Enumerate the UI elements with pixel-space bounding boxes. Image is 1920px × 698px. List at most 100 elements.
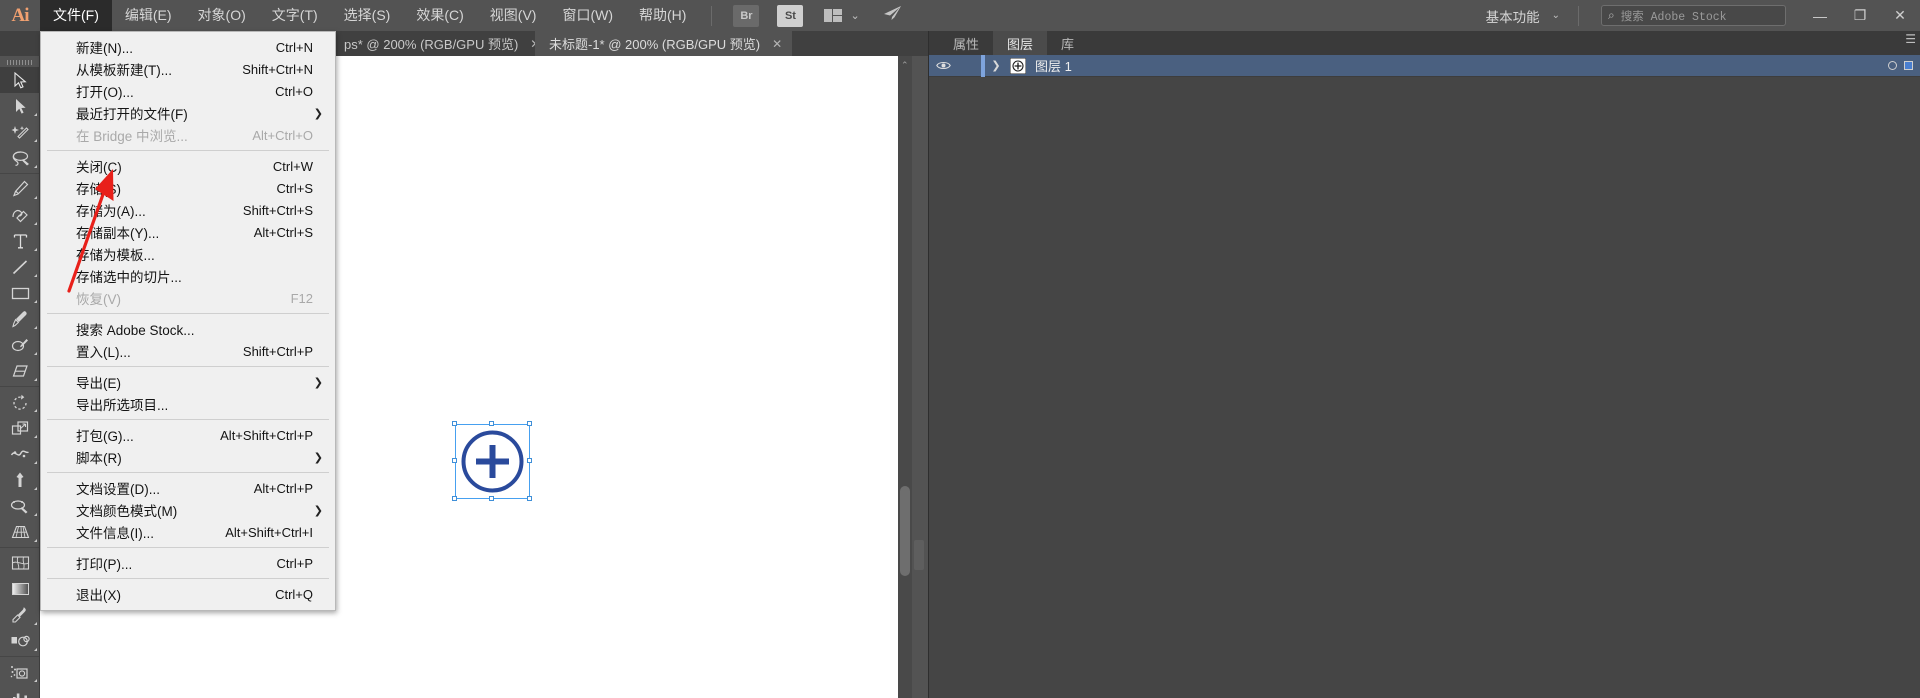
menu-item-exit[interactable]: 退出(X) Ctrl+Q xyxy=(41,583,335,605)
mesh-tool[interactable] xyxy=(0,550,40,576)
share-button[interactable] xyxy=(882,5,902,26)
menu-bar: Ai 文件(F) 编辑(E) 对象(O) 文字(T) 选择(S) 效果(C) 视… xyxy=(0,0,1920,31)
gradient-tool[interactable] xyxy=(0,576,40,602)
menu-item-package[interactable]: 打包(G)... Alt+Shift+Ctrl+P xyxy=(41,424,335,446)
pen-tool[interactable] xyxy=(0,176,40,202)
stock-search-input[interactable]: ⌕ 搜索 Adobe Stock xyxy=(1601,5,1786,26)
chevron-down-icon: ⌄ xyxy=(850,10,860,22)
selection-handle-bl[interactable] xyxy=(452,496,457,501)
selection-handle-bc[interactable] xyxy=(489,496,494,501)
layer-row[interactable]: ❯ 图层 1 xyxy=(929,54,1920,77)
panel-menu-icon[interactable]: ☰ xyxy=(1905,33,1916,45)
type-tool[interactable] xyxy=(0,228,40,254)
arrange-documents-button[interactable]: ⌄ xyxy=(824,9,860,22)
menu-item-place[interactable]: 置入(L)... Shift+Ctrl+P xyxy=(41,340,335,362)
tab-properties[interactable]: 属性 xyxy=(939,31,994,55)
rectangle-tool[interactable] xyxy=(0,280,40,306)
menu-type[interactable]: 文字(T) xyxy=(259,0,331,31)
menu-help[interactable]: 帮助(H) xyxy=(626,0,699,31)
layer-name[interactable]: 图层 1 xyxy=(1035,56,1072,75)
layer-expand-arrow[interactable]: ❯ xyxy=(985,59,1007,72)
type-T-icon xyxy=(13,233,27,248)
menu-item-print[interactable]: 打印(P)... Ctrl+P xyxy=(41,552,335,574)
tab-libraries[interactable]: 库 xyxy=(1047,31,1089,55)
blend-tool[interactable] xyxy=(0,628,40,654)
shape-builder-tool[interactable] xyxy=(0,493,40,519)
share-paper-plane-icon xyxy=(883,6,901,20)
panel-collapse-handle[interactable] xyxy=(914,540,924,570)
selection-handle-tc[interactable] xyxy=(489,421,494,426)
lasso-tool[interactable] xyxy=(0,145,40,171)
workspace-switcher[interactable]: 基本功能 ⌄ xyxy=(1476,6,1566,26)
menu-item-document-setup[interactable]: 文档设置(D)... Alt+Ctrl+P xyxy=(41,477,335,499)
column-graph-tool[interactable] xyxy=(0,685,40,698)
paintbrush-tool[interactable] xyxy=(0,306,40,332)
menu-item-save-a-copy[interactable]: 存储副本(Y)... Alt+Ctrl+S xyxy=(41,221,335,243)
menu-file[interactable]: 文件(F) xyxy=(40,0,112,31)
close-icon[interactable]: ✕ xyxy=(772,37,782,51)
menu-item-scripts[interactable]: 脚本(R) ❯ xyxy=(41,446,335,468)
selection-handle-tl[interactable] xyxy=(452,421,457,426)
menu-item-document-color-mode[interactable]: 文档颜色模式(M) ❯ xyxy=(41,499,335,521)
toolbar-drag-grip[interactable] xyxy=(0,56,39,65)
menu-item-save-selected-slices[interactable]: 存储选中的切片... xyxy=(41,265,335,287)
menu-item-open-recent[interactable]: 最近打开的文件(F) ❯ xyxy=(41,102,335,124)
menu-item-new[interactable]: 新建(N)... Ctrl+N xyxy=(41,36,335,58)
magic-wand-tool[interactable] xyxy=(0,119,40,145)
chevron-right-icon: ❯ xyxy=(313,451,323,464)
shaper-tool[interactable] xyxy=(0,332,40,358)
canvas-vertical-scrollbar[interactable]: ⌃ xyxy=(898,56,912,698)
scale-tool[interactable] xyxy=(0,415,40,441)
menu-window[interactable]: 窗口(W) xyxy=(549,0,626,31)
perspective-grid-tool[interactable] xyxy=(0,519,40,545)
menu-item-export-selection[interactable]: 导出所选项目... xyxy=(41,393,335,415)
menu-select[interactable]: 选择(S) xyxy=(331,0,404,31)
stock-button[interactable]: St xyxy=(777,4,804,27)
menu-object[interactable]: 对象(O) xyxy=(185,0,259,31)
line-segment-tool[interactable] xyxy=(0,254,40,280)
menu-item-file-info[interactable]: 文件信息(I)... Alt+Shift+Ctrl+I xyxy=(41,521,335,543)
scroll-up-caret-icon[interactable]: ⌃ xyxy=(901,60,909,71)
menu-item-export[interactable]: 导出(E) ❯ xyxy=(41,371,335,393)
tool-flyout-indicator xyxy=(34,300,37,303)
tab-layers[interactable]: 图层 xyxy=(993,31,1048,55)
free-transform-tool[interactable] xyxy=(0,467,40,493)
menu-item-search-adobe-stock[interactable]: 搜索 Adobe Stock... xyxy=(41,318,335,340)
menu-item-label: 导出所选项目... xyxy=(76,398,169,413)
menu-view[interactable]: 视图(V) xyxy=(477,0,550,31)
menu-item-save[interactable]: 存储(S) Ctrl+S xyxy=(41,177,335,199)
restore-button[interactable]: ❐ xyxy=(1840,0,1880,31)
layer-selection-indicator[interactable] xyxy=(1904,61,1913,70)
bridge-button[interactable]: Br xyxy=(733,4,760,27)
curvature-tool[interactable] xyxy=(0,202,40,228)
selection-tool[interactable] xyxy=(0,67,40,93)
menu-item-label: 打包(G)... xyxy=(76,429,134,444)
eyedropper-tool[interactable] xyxy=(0,602,40,628)
document-tab-untitled-1[interactable]: 未标题-1* @ 200% (RGB/GPU 预览) ✕ xyxy=(535,31,793,56)
width-tool[interactable] xyxy=(0,441,40,467)
document-tab-ps[interactable]: ps* @ 200% (RGB/GPU 预览) ✕ xyxy=(330,31,550,56)
minimize-button[interactable]: — xyxy=(1800,0,1840,31)
eraser-tool[interactable] xyxy=(0,358,40,384)
layer-target-icon[interactable] xyxy=(1888,61,1897,70)
menu-item-new-from-template[interactable]: 从模板新建(T)... Shift+Ctrl+N xyxy=(41,58,335,80)
menu-item-close[interactable]: 关闭(C) Ctrl+W xyxy=(41,155,335,177)
menu-item-save-as-template[interactable]: 存储为模板... xyxy=(41,243,335,265)
direct-selection-tool[interactable] xyxy=(0,93,40,119)
rotate-tool[interactable] xyxy=(0,389,40,415)
menu-item-open[interactable]: 打开(O)... Ctrl+O xyxy=(41,80,335,102)
menu-effect[interactable]: 效果(C) xyxy=(403,0,476,31)
selection-handle-ml[interactable] xyxy=(452,458,457,463)
tool-flyout-indicator xyxy=(34,113,37,116)
symbol-sprayer-tool[interactable] xyxy=(0,659,40,685)
scrollbar-thumb[interactable] xyxy=(900,486,910,576)
menu-item-save-as[interactable]: 存储为(A)... Shift+Ctrl+S xyxy=(41,199,335,221)
selection-handle-mr[interactable] xyxy=(527,458,532,463)
menu-edit[interactable]: 编辑(E) xyxy=(112,0,185,31)
close-button[interactable]: ✕ xyxy=(1880,0,1920,31)
selection-handle-tr[interactable] xyxy=(527,421,532,426)
layer-visibility-icon[interactable] xyxy=(929,60,957,71)
file-dropdown-menu[interactable]: 新建(N)... Ctrl+N 从模板新建(T)... Shift+Ctrl+N… xyxy=(40,31,336,611)
tool-flyout-indicator xyxy=(34,326,37,329)
selection-handle-br[interactable] xyxy=(527,496,532,501)
